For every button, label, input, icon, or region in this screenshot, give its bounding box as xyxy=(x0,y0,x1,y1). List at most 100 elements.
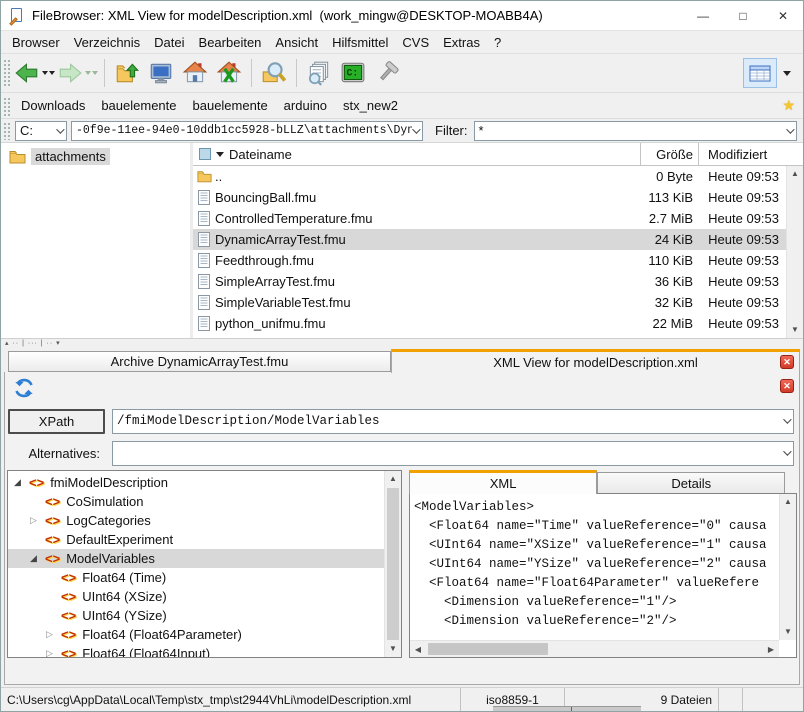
scroll-down-icon[interactable] xyxy=(780,624,796,640)
menu-help[interactable]: ? xyxy=(487,33,508,52)
path-input[interactable]: -0f9e-11ee-94e0-10ddb1cc5928-bLLZ\attach… xyxy=(71,121,423,141)
close-tab-icon[interactable] xyxy=(780,355,794,369)
file-row[interactable]: ControlledTemperature.fmu 2.7 MiB Heute … xyxy=(193,208,786,229)
file-row-parent[interactable]: .. 0 Byte Heute 09:53 xyxy=(193,166,786,187)
tree-node-defaultexperiment[interactable]: DefaultExperiment xyxy=(8,530,384,549)
bookmark-bauelemente-1[interactable]: bauelemente xyxy=(101,98,176,113)
bookmarkbar-grip[interactable] xyxy=(3,96,10,116)
menu-datei[interactable]: Datei xyxy=(147,33,191,52)
minimize-button[interactable]: — xyxy=(683,1,723,30)
tree-node-uint64-ysize[interactable]: UInt64 (YSize) xyxy=(8,606,384,625)
bookmark-arduino[interactable]: arduino xyxy=(284,98,327,113)
close-panel-icon[interactable] xyxy=(780,379,794,393)
splitter-handle-icon[interactable] xyxy=(5,339,61,347)
tree-node-fmimodeldescription[interactable]: fmiModelDescription xyxy=(8,473,384,492)
computer-button[interactable] xyxy=(145,57,177,89)
view-mode-button[interactable] xyxy=(743,58,799,88)
xml-element-icon xyxy=(61,608,76,623)
home-button[interactable] xyxy=(179,57,211,89)
tree-node-float64input-clipped[interactable]: Float64 (Float64Input) xyxy=(8,644,384,657)
column-header-modified[interactable]: Modifiziert xyxy=(698,143,786,165)
folder-item-attachments[interactable]: attachments xyxy=(9,148,190,165)
back-history-chevron[interactable] xyxy=(42,71,55,75)
tree-node-uint64-xsize[interactable]: UInt64 (XSize) xyxy=(8,587,384,606)
column-header-name[interactable]: Dateiname xyxy=(193,147,640,162)
close-button[interactable]: ✕ xyxy=(763,1,803,30)
menu-bearbeiten[interactable]: Bearbeiten xyxy=(192,33,269,52)
file-row[interactable]: SimpleVariableTest.fmu 32 KiB Heute 09:5… xyxy=(193,292,786,313)
expander-expanded-icon[interactable] xyxy=(30,553,45,564)
clipped-bottom-artifact xyxy=(493,706,641,712)
tree-node-modelvariables[interactable]: ModelVariables xyxy=(8,549,384,568)
expander-collapsed-icon[interactable] xyxy=(30,515,45,526)
scroll-up-icon[interactable] xyxy=(780,494,796,510)
file-row[interactable]: BouncingBall.fmu 113 KiB Heute 09:53 xyxy=(193,187,786,208)
alternatives-input[interactable] xyxy=(112,441,794,466)
file-row[interactable]: Feedthrough.fmu 110 KiB Heute 09:53 xyxy=(193,250,786,271)
search-button[interactable] xyxy=(258,57,290,89)
scrollbar-thumb[interactable] xyxy=(428,643,548,655)
horizontal-splitter[interactable] xyxy=(1,339,803,349)
tab-details[interactable]: Details xyxy=(597,472,785,494)
refresh-button[interactable] xyxy=(12,376,36,400)
tree-node-float64-time[interactable]: Float64 (Time) xyxy=(8,568,384,587)
menu-verzeichnis[interactable]: Verzeichnis xyxy=(67,33,147,52)
xml-horizontal-scrollbar[interactable] xyxy=(410,640,779,657)
back-button[interactable] xyxy=(14,57,55,89)
tab-archive[interactable]: Archive DynamicArrayTest.fmu xyxy=(8,351,391,372)
bookmark-star-icon[interactable]: ★ xyxy=(782,97,795,114)
scroll-up-icon[interactable] xyxy=(787,166,803,182)
expander-collapsed-icon[interactable] xyxy=(46,648,61,657)
tab-xml[interactable]: XML xyxy=(409,470,597,494)
path-value: -0f9e-11ee-94e0-10ddb1cc5928-bLLZ\attach… xyxy=(76,124,412,137)
file-list-scrollbar[interactable] xyxy=(786,166,803,338)
menu-cvs[interactable]: CVS xyxy=(395,33,436,52)
scroll-down-icon[interactable] xyxy=(787,322,803,338)
tree-node-cosimulation[interactable]: CoSimulation xyxy=(8,492,384,511)
menu-ansicht[interactable]: Ansicht xyxy=(268,33,325,52)
menu-browser[interactable]: Browser xyxy=(5,33,67,52)
file-row[interactable]: SimpleArrayTest.fmu 36 KiB Heute 09:53 xyxy=(193,271,786,292)
sort-arrow-icon[interactable] xyxy=(216,152,224,157)
bookmark-downloads[interactable]: Downloads xyxy=(21,98,85,113)
file-row-selected[interactable]: DynamicArrayTest.fmu 24 KiB Heute 09:53 xyxy=(193,229,786,250)
home-remove-button[interactable] xyxy=(213,57,245,89)
bookmark-bauelemente-2[interactable]: bauelemente xyxy=(193,98,268,113)
folder-up-icon xyxy=(114,60,140,86)
menu-hilfsmittel[interactable]: Hilfsmittel xyxy=(325,33,395,52)
xpath-button[interactable]: XPath xyxy=(8,409,105,434)
tab-xml-view[interactable]: XML View for modelDescription.xml xyxy=(391,349,800,373)
folder-tree-panel: attachments xyxy=(1,143,190,338)
expander-collapsed-icon[interactable] xyxy=(46,629,61,640)
xpath-input[interactable]: /fmiModelDescription/ModelVariables xyxy=(112,409,794,434)
folder-up-button[interactable] xyxy=(111,57,143,89)
maximize-button[interactable]: □ xyxy=(723,1,763,30)
search-in-files-button[interactable] xyxy=(303,57,335,89)
scroll-right-icon[interactable] xyxy=(763,641,779,657)
forward-button[interactable] xyxy=(57,57,98,89)
xml-vertical-scrollbar[interactable] xyxy=(779,494,796,640)
filter-input[interactable]: * xyxy=(474,121,798,141)
expander-expanded-icon[interactable] xyxy=(14,477,29,488)
forward-history-chevron[interactable] xyxy=(85,71,98,75)
xml-source-text[interactable]: <ModelVariables> <Float64 name="Time" va… xyxy=(410,494,779,640)
tree-node-float64parameter[interactable]: Float64 (Float64Parameter) xyxy=(8,625,384,644)
scroll-down-icon[interactable] xyxy=(385,641,401,657)
scrollbar-thumb[interactable] xyxy=(387,488,399,640)
tree-scrollbar[interactable] xyxy=(384,471,401,657)
terminal-button[interactable]: C: xyxy=(337,57,369,89)
select-all-checkbox[interactable] xyxy=(199,148,211,160)
column-header-size[interactable]: Größe xyxy=(640,143,698,165)
scroll-up-icon[interactable] xyxy=(385,471,401,487)
file-row[interactable]: python_unifmu.fmu 22 MiB Heute 09:53 xyxy=(193,313,786,334)
toolbar-grip[interactable] xyxy=(3,58,10,88)
view-mode-dropdown-icon[interactable] xyxy=(783,71,791,76)
menu-extras[interactable]: Extras xyxy=(436,33,487,52)
scroll-left-icon[interactable] xyxy=(410,641,426,657)
tree-node-logcategories[interactable]: LogCategories xyxy=(8,511,384,530)
tools-button[interactable] xyxy=(371,57,403,89)
bookmark-stx-new2[interactable]: stx_new2 xyxy=(343,98,398,113)
pathbar-grip[interactable] xyxy=(3,121,10,139)
drive-value: C: xyxy=(20,123,33,138)
drive-selector[interactable]: C: xyxy=(15,121,67,141)
